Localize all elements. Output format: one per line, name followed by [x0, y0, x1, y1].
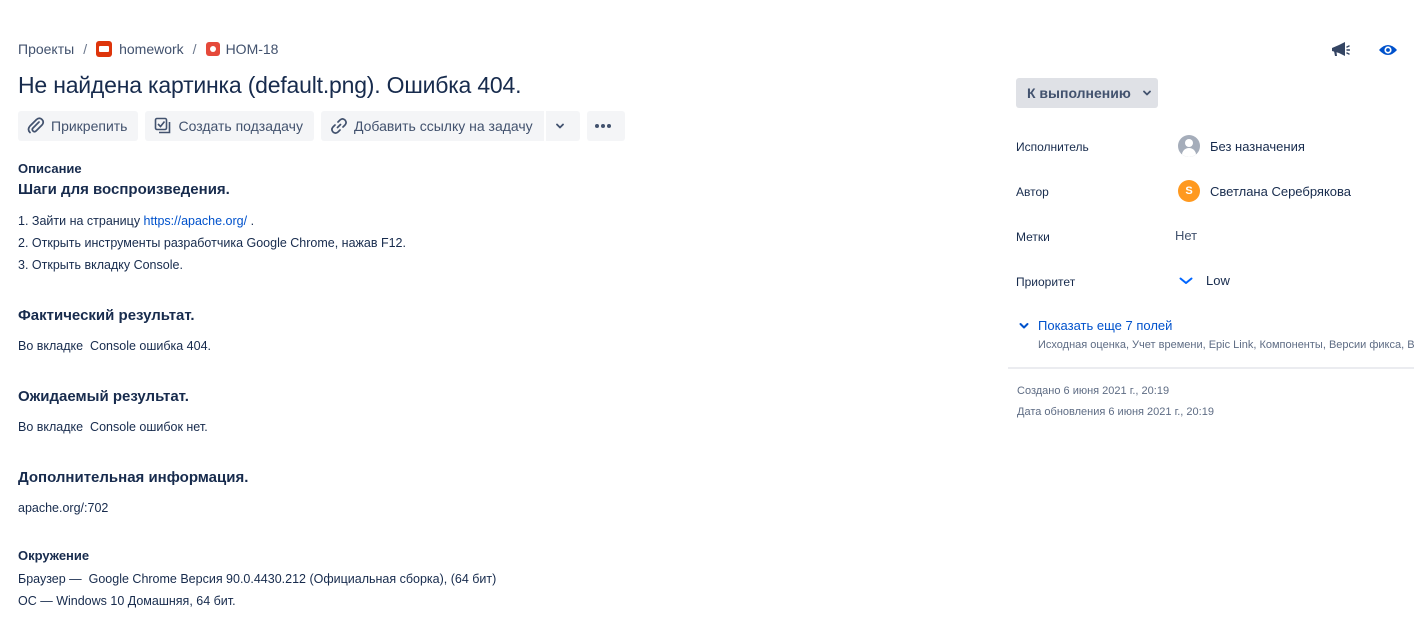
environment-browser: Браузер — Google Chrome Версия 90.0.4430… — [18, 572, 497, 586]
attach-button-label: Прикрепить — [51, 118, 128, 134]
link-issue-button[interactable]: Добавить ссылку на задачу — [320, 111, 544, 141]
project-icon — [96, 41, 113, 57]
bug-icon — [205, 42, 220, 56]
updated-date: Дата обновления 6 июня 2021 г., 20:19 — [1017, 406, 1214, 418]
hidden-fields-list: Исходная оценка, Учет времени, Epic Link… — [1038, 339, 1414, 351]
breadcrumb-issue[interactable]: HOM-18 — [205, 41, 279, 57]
reporter-label: Автор — [1016, 185, 1049, 199]
steps-heading: Шаги для воспроизведения. — [18, 181, 230, 198]
link-issue-dropdown[interactable] — [544, 111, 580, 141]
reporter-field[interactable]: S Светлана Серебрякова — [1178, 180, 1351, 202]
actual-text: Во вкладке Console ошибка 404. — [18, 339, 212, 353]
description-label: Описание — [18, 161, 82, 176]
divider — [1008, 367, 1414, 369]
avatar: S — [1178, 180, 1200, 202]
subtask-icon — [155, 117, 171, 134]
breadcrumb-issue-key: HOM-18 — [225, 41, 279, 57]
reporter-value: Светлана Серебрякова — [1210, 183, 1352, 199]
additional-text: apache.org/:702 — [18, 501, 109, 515]
priority-value: Low — [1206, 273, 1230, 288]
assignee-value: Без назначения — [1210, 138, 1305, 154]
breadcrumb-separator: / — [83, 41, 88, 57]
breadcrumb-projects[interactable]: Проекты — [18, 41, 74, 57]
step-1-suffix: . — [247, 214, 255, 228]
labels-label: Метки — [1016, 230, 1050, 244]
breadcrumb: Проекты / homework / HOM-18 — [18, 41, 278, 57]
status-label: К выполнению — [1027, 85, 1131, 101]
environment-os: ОС — Windows 10 Домашняя, 64 бит. — [18, 594, 236, 608]
issue-toolbar: Прикрепить Создать подзадачу Добавить сс… — [18, 111, 625, 141]
chevron-down-icon — [1142, 90, 1151, 96]
more-icon — [594, 124, 611, 128]
more-actions-button[interactable] — [586, 111, 625, 141]
expected-text: Во вкладке Console ошибок нет. — [18, 420, 208, 434]
chevron-down-icon — [1019, 322, 1029, 328]
step-3: 3. Открыть вкладку Console. — [18, 258, 183, 272]
step-2: 2. Открыть инструменты разработчика Goog… — [18, 236, 406, 250]
breadcrumb-separator: / — [192, 41, 197, 57]
step-1-prefix: 1. Зайти на страницу — [18, 214, 144, 228]
additional-heading: Дополнительная информация. — [18, 469, 249, 486]
user-icon — [1178, 135, 1200, 157]
priority-low-icon — [1179, 277, 1193, 284]
show-more-fields-button[interactable]: Показать еще 7 полей — [1018, 318, 1172, 333]
expected-heading: Ожидаемый результат. — [18, 388, 189, 405]
link-icon — [331, 118, 347, 134]
status-button[interactable]: К выполнению — [1016, 78, 1158, 108]
breadcrumb-project-label: homework — [119, 41, 184, 57]
issue-sidebar: К выполнению Исполнитель Без назначения … — [1008, 0, 1414, 638]
chevron-down-icon — [555, 123, 564, 129]
show-more-label: Показать еще 7 полей — [1038, 318, 1173, 333]
create-subtask-label: Создать подзадачу — [178, 118, 303, 134]
created-date: Создано 6 июня 2021 г., 20:19 — [1017, 385, 1170, 397]
assignee-label: Исполнитель — [1016, 140, 1089, 154]
issue-title[interactable]: Не найдена картинка (default.png). Ошибк… — [18, 72, 522, 99]
step-1: 1. Зайти на страницу https://apache.org/… — [18, 214, 254, 228]
actual-heading: Фактический результат. — [18, 307, 195, 324]
link-issue-label: Добавить ссылку на задачу — [353, 118, 533, 134]
priority-label: Приоритет — [1016, 275, 1076, 289]
assignee-field[interactable]: Без назначения — [1178, 135, 1305, 157]
breadcrumb-project[interactable]: homework — [96, 41, 184, 57]
create-subtask-button[interactable]: Создать подзадачу — [145, 111, 314, 141]
paperclip-icon — [27, 117, 45, 134]
labels-field[interactable]: Нет — [1175, 228, 1197, 243]
priority-field[interactable]: Low — [1178, 273, 1230, 288]
environment-label: Окружение — [18, 548, 90, 563]
apache-link[interactable]: https://apache.org/ — [144, 214, 248, 228]
attach-button[interactable]: Прикрепить — [18, 111, 139, 141]
